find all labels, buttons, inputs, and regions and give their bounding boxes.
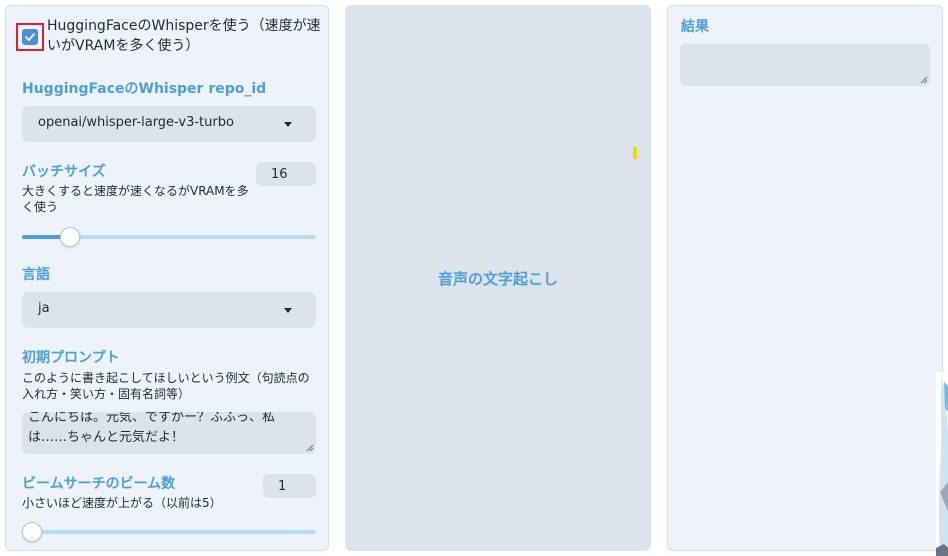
use-hf-whisper-label: HuggingFaceのWhisperを使う（速度が速 <box>47 18 321 34</box>
initial-prompt-label: 初期プロンプト <box>22 350 120 366</box>
initial-prompt-help-cont: 入れ方・笑い方・固有名詞等） <box>22 387 191 401</box>
beam-size-slider[interactable] <box>22 530 316 534</box>
initial-prompt-text: こんにちは。元気、ですかー？ふふっ、私 <box>28 412 276 425</box>
batch-size-label: バッチサイズ <box>22 164 106 180</box>
language-label: 言語 <box>22 267 50 283</box>
resize-grip-icon[interactable] <box>306 444 314 452</box>
batch-size-help-cont: く使う <box>22 200 59 214</box>
background-artwork <box>936 372 948 556</box>
use-hf-whisper-checkbox[interactable] <box>22 29 38 45</box>
beam-size-slider-thumb[interactable] <box>22 522 42 542</box>
repo-id-dropdown[interactable]: openai/whisper-large-v3-turbo <box>22 106 316 142</box>
result-panel <box>667 5 943 551</box>
repo-id-value: openai/whisper-large-v3-turbo <box>38 115 234 130</box>
initial-prompt-help: このように書き起こしてほしいという例文（句読点の <box>22 371 310 385</box>
resize-grip-icon[interactable] <box>920 76 928 84</box>
batch-size-help: 大きくすると速度が速くなるがVRAMを多 <box>22 184 249 198</box>
beam-size-input[interactable]: 1 <box>263 474 316 498</box>
use-hf-whisper-label-cont: いがVRAMを多く使う） <box>47 38 200 54</box>
chevron-down-icon <box>284 308 292 313</box>
batch-size-input[interactable]: 16 <box>256 162 316 186</box>
beam-size-help: 小さいほど速度が上がる（以前は5） <box>22 496 222 510</box>
language-value: ja <box>38 301 50 316</box>
initial-prompt-textarea[interactable]: こんにちは。元気、ですかー？ふふっ、私 は……ちゃんと元気だよ！ <box>22 412 316 454</box>
repo-id-label: HuggingFaceのWhisper repo_id <box>22 81 267 97</box>
result-label: 結果 <box>681 19 709 35</box>
checkmark-icon <box>25 33 35 41</box>
beam-size-label: ビームサーチのビーム数 <box>22 476 176 492</box>
initial-prompt-text-cont: は……ちゃんと元気だよ！ <box>28 430 185 445</box>
chevron-down-icon <box>284 122 292 127</box>
progress-marker <box>633 147 637 159</box>
language-dropdown[interactable]: ja <box>22 292 316 328</box>
transcribe-button-label: 音声の文字起こし <box>437 270 558 288</box>
result-textarea[interactable] <box>680 44 930 86</box>
